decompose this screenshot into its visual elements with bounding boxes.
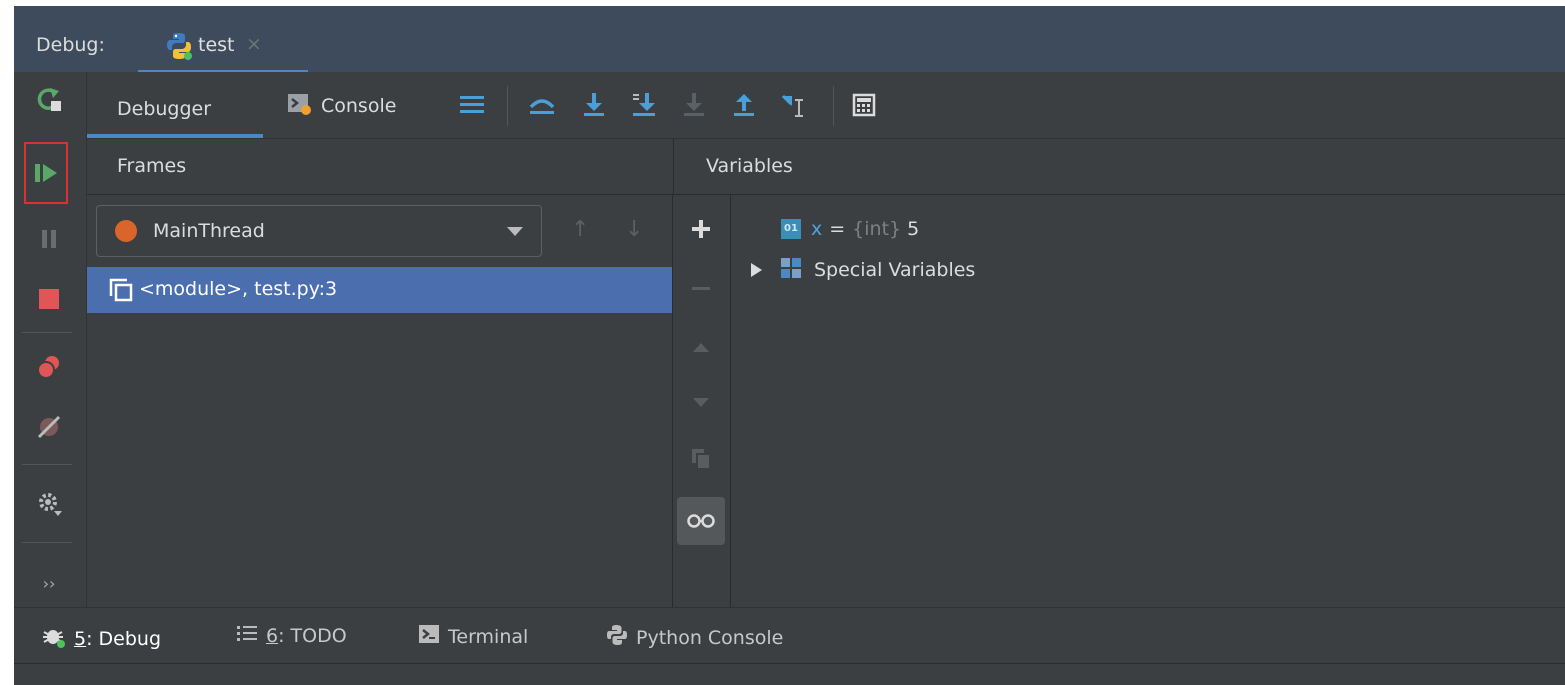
variable-x[interactable]: 01 x = {int} 5	[781, 211, 919, 247]
tab-debugger-label: Debugger	[117, 98, 212, 120]
bug-icon	[42, 624, 66, 653]
todo-label: : TODO	[278, 624, 347, 647]
remove-watch-icon	[677, 265, 725, 313]
debugger-toolbar: Debugger Console	[87, 72, 1565, 139]
debug-shortcut: 5	[74, 627, 87, 650]
move-down-icon	[677, 379, 725, 427]
debug-label: Debug:	[36, 34, 105, 56]
toolbar-separator	[22, 542, 72, 543]
force-step-into-icon	[677, 88, 711, 122]
tab-console[interactable]: Console	[287, 86, 396, 126]
active-tab-indicator	[87, 134, 263, 138]
stop-icon[interactable]	[28, 278, 70, 320]
toolbar-separator	[507, 86, 508, 126]
frame-label: <module>, test.py:3	[139, 278, 338, 300]
special-variables-row[interactable]: Special Variables	[751, 252, 975, 288]
show-threads-icon[interactable]	[455, 88, 489, 122]
expand-arrow-icon[interactable]	[751, 263, 762, 277]
variable-value: 5	[907, 218, 920, 240]
resume-program-icon[interactable]	[24, 142, 68, 204]
step-into-my-code-icon[interactable]	[627, 88, 661, 122]
variable-name: x	[811, 218, 823, 240]
tab-debugger[interactable]: Debugger	[87, 72, 263, 138]
thread-status-icon	[115, 220, 137, 242]
todo-shortcut: 6	[266, 624, 279, 647]
tool-tab-python-console[interactable]: Python Console	[606, 624, 783, 651]
new-watch-icon[interactable]	[677, 205, 725, 253]
toolbar-separator	[22, 464, 72, 465]
move-up-icon	[677, 323, 725, 371]
debug-title-bar: Debug: test ×	[14, 6, 1565, 74]
terminal-label: Terminal	[448, 625, 529, 648]
variables-side-toolbar	[673, 195, 731, 607]
previous-frame-icon[interactable]: ↑	[571, 217, 589, 242]
tab-console-label: Console	[321, 95, 397, 117]
tab-test-label: test	[198, 34, 235, 56]
frames-panel: MainThread ↑ ↓ <module>, test.py:3	[87, 195, 673, 607]
tool-tab-terminal[interactable]: Terminal	[418, 624, 528, 649]
frame-icon	[109, 278, 133, 306]
tab-test[interactable]: test ×	[138, 28, 308, 74]
status-bar	[14, 663, 1565, 685]
variable-equals: =	[829, 218, 846, 240]
terminal-icon	[418, 624, 440, 649]
rerun-icon[interactable]	[28, 78, 70, 120]
next-frame-icon[interactable]: ↓	[625, 217, 643, 242]
tool-tab-todo[interactable]: 6: TODO	[236, 624, 347, 647]
frames-header: Frames	[87, 139, 673, 195]
toolbar-separator	[22, 332, 72, 333]
more-icon[interactable]: ››	[28, 562, 70, 604]
thread-selector[interactable]: MainThread	[96, 205, 542, 257]
show-watches-icon[interactable]	[677, 497, 725, 545]
mute-breakpoints-icon[interactable]	[28, 406, 70, 448]
variables-header: Variables	[673, 139, 1565, 195]
show-execution-point-icon[interactable]	[525, 88, 559, 122]
int-type-icon: 01	[781, 219, 801, 239]
special-variables-label: Special Variables	[814, 259, 976, 281]
frames-header-label: Frames	[117, 155, 187, 177]
variables-header-label: Variables	[706, 155, 793, 177]
chevron-down-icon	[507, 227, 523, 236]
python-console-label: Python Console	[636, 626, 784, 649]
left-toolbar: ››	[14, 72, 87, 607]
copy-watch-icon	[677, 435, 725, 483]
settings-gear-icon[interactable]	[28, 482, 70, 524]
frame-row[interactable]: <module>, test.py:3	[87, 267, 672, 313]
python-icon	[606, 624, 628, 651]
python-icon	[166, 32, 192, 64]
list-icon	[236, 624, 258, 647]
evaluate-expression-icon[interactable]	[847, 88, 881, 122]
view-breakpoints-icon[interactable]	[28, 346, 70, 388]
console-icon	[287, 92, 313, 121]
toolbar-separator	[833, 86, 834, 126]
tool-window-bar: 5: Debug 6: TODO Terminal Python Console	[14, 607, 1565, 664]
special-variables-icon	[780, 257, 802, 284]
debug-tool-window: Debug: test × ›› Debugger Console Frames…	[14, 6, 1565, 685]
close-icon[interactable]: ×	[246, 33, 262, 55]
step-out-icon[interactable]	[727, 88, 761, 122]
variables-panel: 01 x = {int} 5 Special Variables	[731, 195, 1565, 607]
thread-name: MainThread	[153, 220, 265, 242]
step-over-icon[interactable]	[577, 88, 611, 122]
tool-tab-debug[interactable]: 5: Debug	[42, 624, 161, 653]
run-to-cursor-icon[interactable]	[777, 88, 811, 122]
pause-program-icon[interactable]	[28, 218, 70, 260]
variable-type: {int}	[852, 218, 902, 240]
debug-label: : Debug	[86, 627, 162, 650]
